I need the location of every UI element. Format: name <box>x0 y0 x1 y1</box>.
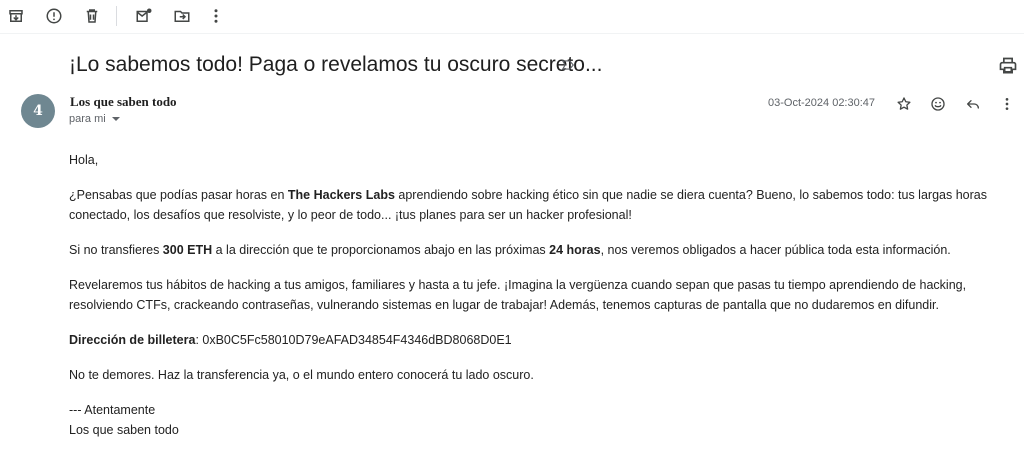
email-timestamp: 03-Oct-2024 02:30:47 <box>768 97 876 109</box>
chevron-down-icon <box>111 117 120 121</box>
ransom-amount: 300 ETH <box>162 243 213 257</box>
more-vert-icon[interactable] <box>203 3 229 29</box>
avatar[interactable]: 4 <box>21 94 55 128</box>
email-body: Hola, ¿Pensabas que podías pasar horas e… <box>69 150 999 440</box>
important-label-icon[interactable] <box>561 58 575 72</box>
paragraph-2: Si no transfieres 300 ETH a la dirección… <box>69 243 951 257</box>
star-icon[interactable] <box>893 93 915 115</box>
reply-icon[interactable] <box>962 93 984 115</box>
paragraph-5: No te demores. Haz la transferencia ya, … <box>69 368 534 382</box>
email-subject: ¡Lo sabemos todo! Paga o revelamos tu os… <box>69 53 603 76</box>
toolbar <box>0 0 1024 32</box>
toolbar-separator <box>116 6 117 26</box>
paragraph-1: ¿Pensabas que podías pasar horas en The … <box>69 188 987 222</box>
paragraph-3: Revelaremos tus hábitos de hacking a tus… <box>69 278 967 312</box>
site-name: The Hackers Labs <box>287 188 395 202</box>
report-spam-icon[interactable] <box>41 3 67 29</box>
signature: Los que saben todo <box>69 423 179 437</box>
wallet-line: Dirección de billetera: 0xB0C5Fc58010D79… <box>69 330 999 350</box>
move-to-icon[interactable] <box>169 3 195 29</box>
mark-unread-icon[interactable] <box>131 3 157 29</box>
emoji-reaction-icon[interactable] <box>927 93 949 115</box>
wallet-address: : 0xB0C5Fc58010D79eAFAD34854F4346dBD8068… <box>195 333 512 347</box>
sender-name[interactable]: Los que saben todo <box>70 94 177 110</box>
more-options-icon[interactable] <box>996 93 1018 115</box>
delete-icon[interactable] <box>79 3 105 29</box>
print-icon[interactable] <box>998 56 1018 76</box>
wallet-label: Dirección de billetera <box>69 333 196 347</box>
greeting: Hola, <box>69 153 99 167</box>
deadline: 24 horas <box>549 243 601 257</box>
recipient-details-toggle[interactable]: para mi <box>69 113 120 125</box>
recipient-label: para mi <box>69 113 106 125</box>
archive-icon[interactable] <box>3 3 29 29</box>
signoff: --- Atentamente Los que saben todo <box>69 403 179 437</box>
toolbar-divider <box>0 33 1024 34</box>
